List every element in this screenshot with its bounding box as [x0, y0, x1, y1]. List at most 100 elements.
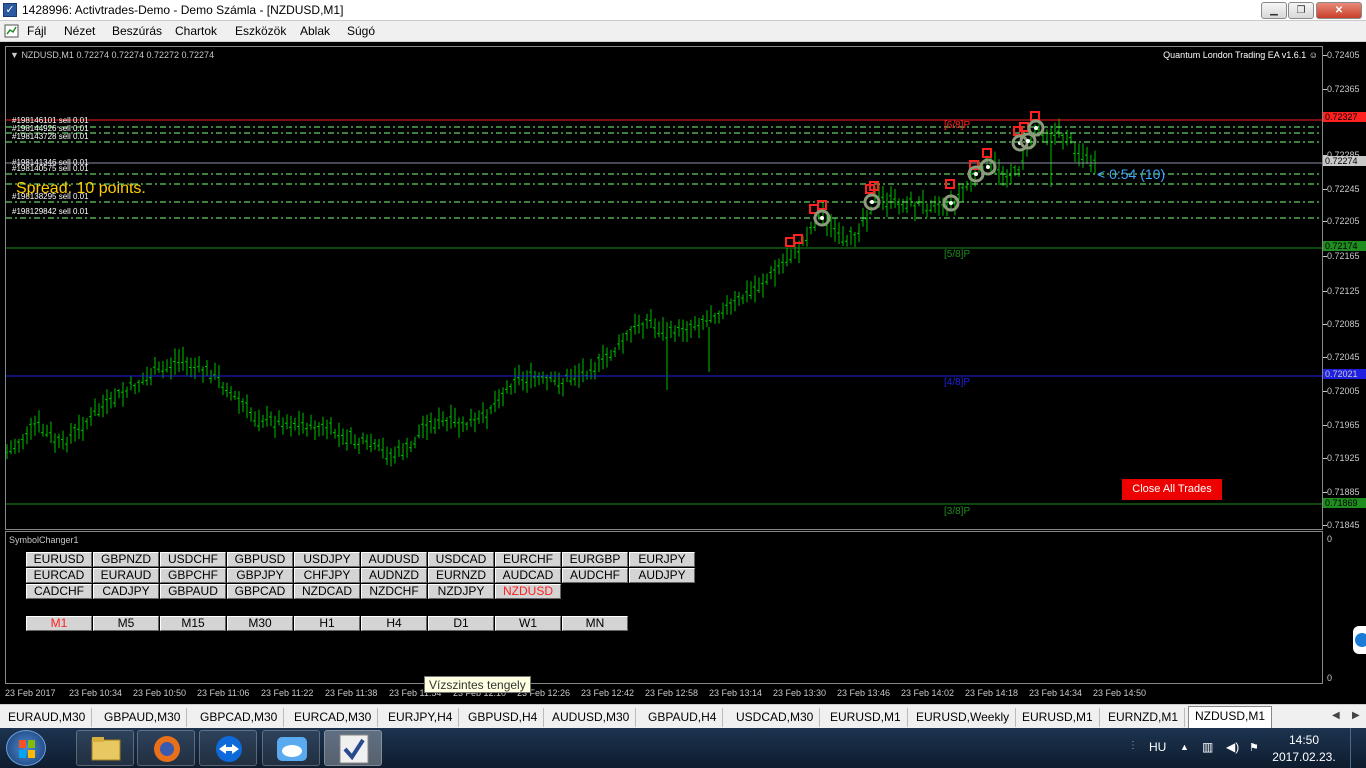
- entry-marker: [1030, 111, 1040, 121]
- price-label: 0.71845: [1327, 520, 1360, 530]
- close-window-button[interactable]: ✕: [1316, 2, 1362, 19]
- timeframe-button-m30[interactable]: M30: [227, 616, 293, 631]
- price-chart[interactable]: ▼ NZDUSD,M1 0.72274 0.72274 0.72272 0.72…: [5, 46, 1323, 530]
- symbol-button-gbpaud[interactable]: GBPAUD: [160, 584, 226, 599]
- symbol-button-usdcad[interactable]: USDCAD: [428, 552, 494, 567]
- menu-help[interactable]: Súgó: [347, 24, 375, 38]
- language-indicator[interactable]: HU: [1149, 740, 1166, 754]
- symbol-button-gbpnzd[interactable]: GBPNZD: [93, 552, 159, 567]
- chart-canvas: [6, 111, 1322, 505]
- symbol-button-eurusd[interactable]: EURUSD: [26, 552, 92, 567]
- symbol-button-audcad[interactable]: AUDCAD: [495, 568, 561, 583]
- symbol-button-cadjpy[interactable]: CADJPY: [93, 584, 159, 599]
- symbol-button-usdchf[interactable]: USDCHF: [160, 552, 226, 567]
- chart-tab[interactable]: GBPUSD,H4: [462, 708, 545, 727]
- chart-tab[interactable]: EURCAD,M30: [288, 708, 379, 727]
- chart-tab[interactable]: EURAUD,M30: [2, 708, 93, 727]
- chart-tab[interactable]: AUDUSD,M30: [546, 708, 637, 727]
- symbol-button-gbpchf[interactable]: GBPCHF: [160, 568, 226, 583]
- minimize-button[interactable]: ▁: [1261, 2, 1287, 19]
- symbol-button-cadchf[interactable]: CADCHF: [26, 584, 92, 599]
- menu-view[interactable]: Nézet: [64, 24, 95, 38]
- volume-icon[interactable]: ◀): [1226, 740, 1239, 754]
- price-label: 0.71965: [1327, 420, 1360, 430]
- symbol-button-eurcad[interactable]: EURCAD: [26, 568, 92, 583]
- chart-tab[interactable]: EURUSD,M1: [824, 708, 908, 727]
- time-axis: 23 Feb 2017 23 Feb 10:34 23 Feb 10:50 23 Fe…: [0, 684, 1366, 704]
- chart-tab[interactable]: GBPAUD,M30: [98, 708, 188, 727]
- close-all-trades-button[interactable]: Close All Trades: [1122, 479, 1222, 500]
- network-icon[interactable]: ▥: [1202, 740, 1213, 754]
- menu-tools[interactable]: Eszközök: [235, 24, 286, 38]
- price-tick: [1323, 291, 1327, 292]
- tab-scroll-right-icon[interactable]: ▶: [1352, 710, 1360, 721]
- menu-file[interactable]: Fájl: [27, 24, 46, 38]
- taskbar-teamviewer[interactable]: [199, 730, 257, 766]
- chart-tab[interactable]: EURUSD,Weekly: [910, 708, 1017, 727]
- taskbar-firefox[interactable]: [137, 730, 195, 766]
- timeframe-button-h4[interactable]: H4: [361, 616, 427, 631]
- axis-tooltip: Vízszintes tengely: [424, 676, 531, 693]
- symbol-button-chfjpy[interactable]: CHFJPY: [294, 568, 360, 583]
- timeframe-button-mn[interactable]: MN: [562, 616, 628, 631]
- action-center-icon[interactable]: ⚑: [1249, 741, 1259, 754]
- symbol-button-audnzd[interactable]: AUDNZD: [361, 568, 427, 583]
- timeframe-button-d1[interactable]: D1: [428, 616, 494, 631]
- window-title: 1428996: Activtrades-Demo - Demo Számla …: [22, 3, 344, 17]
- chart-tab[interactable]: USDCAD,M30: [730, 708, 821, 727]
- price-tick: [1323, 324, 1327, 325]
- tab-scroll-left-icon[interactable]: ◀: [1332, 710, 1340, 721]
- symbol-button-nzdcad[interactable]: NZDCAD: [294, 584, 360, 599]
- price-box-mid: 0.72021: [1323, 369, 1366, 379]
- chart-tab[interactable]: GBPCAD,M30: [194, 708, 285, 727]
- teamviewer-side-icon[interactable]: [1353, 626, 1366, 654]
- taskbar-icloud[interactable]: [262, 730, 320, 766]
- symbol-button-nzdjpy[interactable]: NZDJPY: [428, 584, 494, 599]
- symbol-button-eurgbp[interactable]: EURGBP: [562, 552, 628, 567]
- chart-tab[interactable]: NZDUSD,M1: [1188, 706, 1273, 728]
- menu-window[interactable]: Ablak: [300, 24, 330, 38]
- subscale-bottom: 0: [1327, 673, 1333, 683]
- symbol-button-euraud[interactable]: EURAUD: [93, 568, 159, 583]
- timeframe-button-m5[interactable]: M5: [93, 616, 159, 631]
- symbol-button-eurjpy[interactable]: EURJPY: [629, 552, 695, 567]
- symbol-button-audusd[interactable]: AUDUSD: [361, 552, 427, 567]
- maximize-button[interactable]: ❐: [1288, 2, 1314, 19]
- taskbar-explorer[interactable]: [76, 730, 134, 766]
- clock-time[interactable]: 14:50: [1270, 733, 1338, 747]
- timeframe-button-m15[interactable]: M15: [160, 616, 226, 631]
- time-label: 23 Feb 14:02: [901, 688, 955, 698]
- chart-tab[interactable]: EURJPY,H4: [382, 708, 460, 727]
- menu-insert[interactable]: Beszúrás: [112, 24, 162, 38]
- symbol-button-eurnzd[interactable]: EURNZD: [428, 568, 494, 583]
- symbol-button-audchf[interactable]: AUDCHF: [562, 568, 628, 583]
- symbol-button-nzdchf[interactable]: NZDCHF: [361, 584, 427, 599]
- symbol-button-gbpcad[interactable]: GBPCAD: [227, 584, 293, 599]
- windows-taskbar: ⋮ HU ▲ ▥ ◀) ⚑ 14:50 2017.02.23.: [0, 728, 1366, 768]
- price-box-low: 0.71869: [1323, 498, 1366, 508]
- candle-countdown: < 0:54 (10): [1097, 166, 1166, 182]
- taskbar-metatrader[interactable]: [324, 730, 382, 766]
- chart-tab[interactable]: GBPAUD,H4: [642, 708, 724, 727]
- sell-marker-dot: [1026, 139, 1030, 143]
- show-desktop-button[interactable]: [1350, 728, 1366, 768]
- price-tick: [1323, 425, 1327, 426]
- menu-charts[interactable]: Chartok: [175, 24, 217, 38]
- price-tick: [1323, 525, 1327, 526]
- symbol-button-eurchf[interactable]: EURCHF: [495, 552, 561, 567]
- symbol-button-gbpusd[interactable]: GBPUSD: [227, 552, 293, 567]
- start-button[interactable]: [6, 730, 46, 766]
- symbol-button-usdjpy[interactable]: USDJPY: [294, 552, 360, 567]
- chart-tab[interactable]: EURUSD,M1: [1016, 708, 1100, 727]
- chart-menu-arrow-icon[interactable]: ▼: [10, 50, 19, 60]
- tray-expand-icon[interactable]: ▲: [1180, 742, 1189, 752]
- symbol-button-gbpjpy[interactable]: GBPJPY: [227, 568, 293, 583]
- timeframe-button-m1[interactable]: M1: [26, 616, 92, 631]
- symbol-button-audjpy[interactable]: AUDJPY: [629, 568, 695, 583]
- clock-date[interactable]: 2017.02.23.: [1270, 750, 1338, 764]
- timeframe-button-w1[interactable]: W1: [495, 616, 561, 631]
- chart-tab[interactable]: EURNZD,M1: [1102, 708, 1186, 727]
- trade-markers: [785, 111, 1045, 247]
- timeframe-button-h1[interactable]: H1: [294, 616, 360, 631]
- symbol-button-nzdusd[interactable]: NZDUSD: [495, 584, 561, 599]
